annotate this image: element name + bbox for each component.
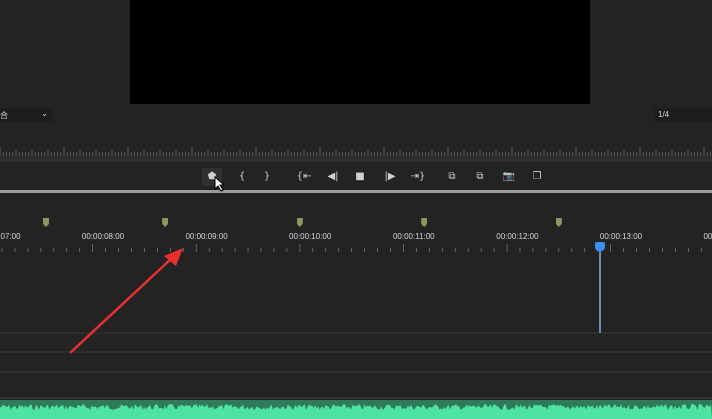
annotation-arrow xyxy=(69,248,183,354)
mouse-cursor-icon xyxy=(214,176,226,192)
